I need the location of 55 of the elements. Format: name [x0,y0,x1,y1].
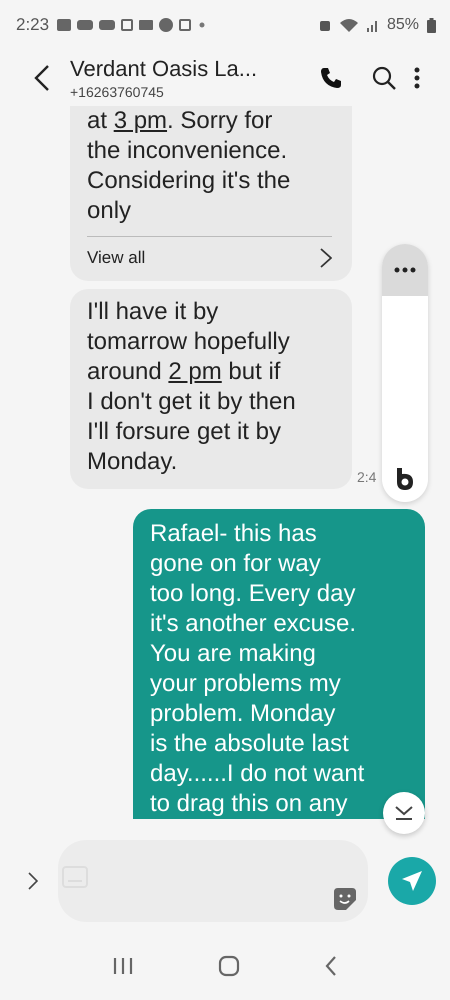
dot-icon [199,22,206,28]
app-notification-icon [57,19,72,31]
message-line: day......I do not want [150,759,364,789]
message-line: the inconvenience. [87,136,288,166]
message-line: too long. Every day [150,579,356,609]
message-line: to drag this on any [150,789,348,819]
message-line: around 2 pm but if [87,357,280,387]
signal-icon [366,18,379,32]
time-link[interactable]: 3 pm [114,107,168,134]
message-line: gone on for way [150,549,321,579]
message-line: I'll have it by [87,297,218,327]
phone-number: +16263760745 [70,84,165,100]
expand-icon[interactable] [28,872,38,890]
wifi-icon [338,17,359,33]
more-icon[interactable] [394,267,416,273]
circle-notification-icon [159,18,174,32]
send-icon[interactable] [400,869,424,893]
phone-icon[interactable] [320,67,342,89]
message-line: is the absolute last [150,729,349,759]
calendar-notification-icon [179,19,192,31]
message-line: I'll forsure get it by [87,417,281,447]
download-icon[interactable] [393,805,415,821]
contact-name: Verdant Oasis La... [70,56,258,82]
message-line: Monday. [87,447,178,477]
message-time: 2:4 [357,469,376,485]
message-line: problem. Monday [150,699,336,729]
sticker-icon[interactable] [334,888,356,910]
view-all-link[interactable]: View all [87,247,146,269]
time-link[interactable]: 2 pm [168,358,222,385]
status-time: 2:23 [16,15,50,35]
more-icon[interactable] [414,67,420,89]
video-notification-icon [77,20,94,30]
scroll-down-button[interactable] [383,792,425,834]
message-line: at 3 pm. Sorry for [87,106,272,136]
message-line: You are making [150,639,316,669]
video-notification-icon [99,20,116,30]
message-line: only [87,196,132,226]
calendar-notification-icon [121,19,134,31]
battery-icon [427,18,436,32]
message-line: I don't get it by then [87,387,296,417]
chevron-right-icon[interactable] [320,248,332,268]
assistant-icon[interactable] [395,468,415,490]
search-icon[interactable] [372,66,396,90]
message-line: Considering it's the [87,166,290,196]
home-icon[interactable] [218,955,240,977]
send-button[interactable] [388,857,436,905]
battery-percent: 85% [386,16,419,34]
message-line: tomarrow hopefully [87,327,290,357]
message-line: Rafael- this has [150,519,317,549]
message-line: it's another excuse. [150,609,356,639]
back-icon[interactable] [34,65,50,91]
mail-icon [139,20,154,30]
recent-apps-icon[interactable] [112,957,133,975]
message-input[interactable] [58,840,368,922]
message-line: your problems my [150,669,341,699]
